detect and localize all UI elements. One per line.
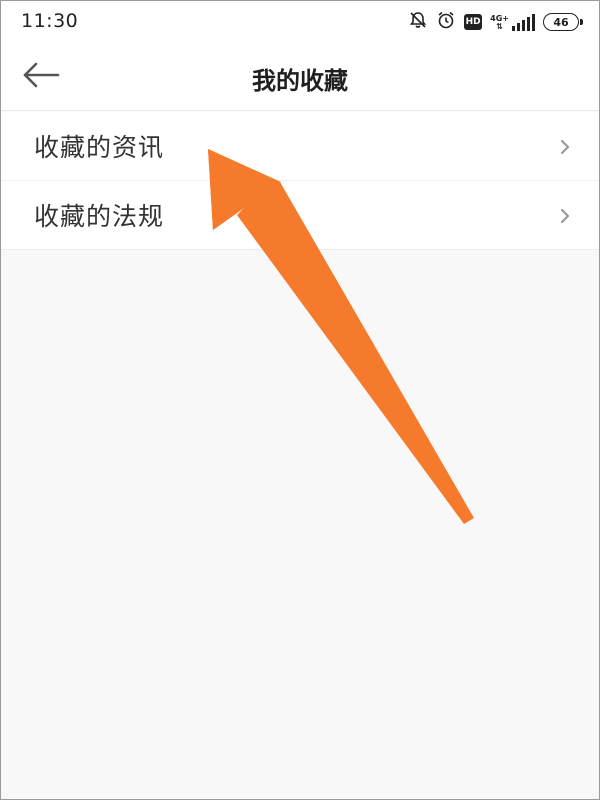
hd-icon: HD (464, 14, 483, 30)
signal-icon: 4G+ ⇅ (490, 13, 535, 31)
mute-icon (408, 10, 428, 34)
battery-icon: 46 (543, 13, 583, 31)
phone-screen: 11:30 HD 4G+ ⇅ 46 我的收藏 收藏的资讯 收藏的法规 (0, 0, 600, 800)
list-item-label: 收藏的资讯 (34, 133, 165, 162)
status-icons: HD 4G+ ⇅ 46 (408, 10, 583, 34)
app-header: 我的收藏 (1, 43, 599, 111)
alarm-icon (436, 10, 456, 34)
page-title: 我的收藏 (252, 67, 348, 95)
data-arrows-icon: ⇅ (496, 21, 503, 31)
list-item-label: 收藏的法规 (34, 202, 165, 231)
status-bar: 11:30 HD 4G+ ⇅ 46 (1, 1, 599, 43)
chevron-right-icon (559, 139, 571, 155)
list-item-news[interactable]: 收藏的资讯 (1, 112, 599, 181)
chevron-right-icon (559, 208, 571, 224)
favorites-list: 收藏的资讯 收藏的法规 (1, 112, 599, 250)
list-item-regulations[interactable]: 收藏的法规 (1, 181, 599, 250)
status-time: 11:30 (21, 10, 79, 32)
